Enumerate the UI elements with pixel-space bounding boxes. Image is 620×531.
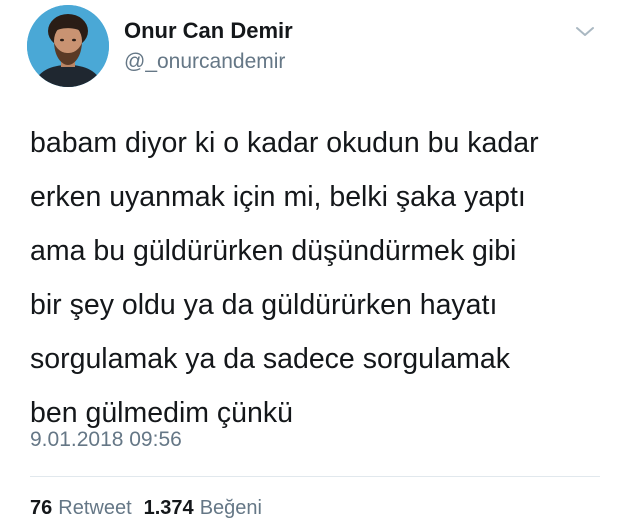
tweet-timestamp[interactable]: 9.01.2018 09:56: [30, 428, 182, 452]
avatar[interactable]: [27, 5, 109, 87]
tweet-text-line: babam diyor ki o kadar okudun bu kadar: [30, 127, 539, 159]
tweet-stats: 76 Retweet 1.374 Beğeni: [30, 497, 274, 520]
like-label: Beğeni: [199, 497, 262, 519]
more-options-button[interactable]: [573, 24, 597, 40]
tweet-card: Onur Can Demir @_onurcandemir babam diyo…: [0, 0, 620, 531]
author-display-name[interactable]: Onur Can Demir: [124, 18, 293, 44]
like-count-link[interactable]: 1.374 Beğeni: [144, 497, 262, 520]
author-handle[interactable]: @_onurcandemir: [124, 50, 285, 74]
like-count: 1.374: [143, 497, 194, 519]
tweet-text-line: sorgulamak ya da sadece sorgulamak: [30, 343, 511, 375]
retweet-count-link[interactable]: 76 Retweet: [30, 497, 132, 520]
tweet-text-line: erken uyanmak için mi, belki şaka yaptı: [30, 181, 526, 213]
retweet-count: 76: [30, 497, 53, 519]
avatar-image: [27, 5, 109, 87]
chevron-down-icon: [576, 27, 594, 36]
divider: [30, 476, 600, 477]
tweet-text-line: ama bu güldürürken düşündürmek gibi: [30, 235, 517, 267]
tweet-text-line: bir şey oldu ya da güldürürken hayatı: [30, 289, 498, 321]
tweet-text: babam diyor ki o kadar okudun bu kadar e…: [30, 116, 600, 440]
retweet-label: Retweet: [58, 497, 132, 519]
